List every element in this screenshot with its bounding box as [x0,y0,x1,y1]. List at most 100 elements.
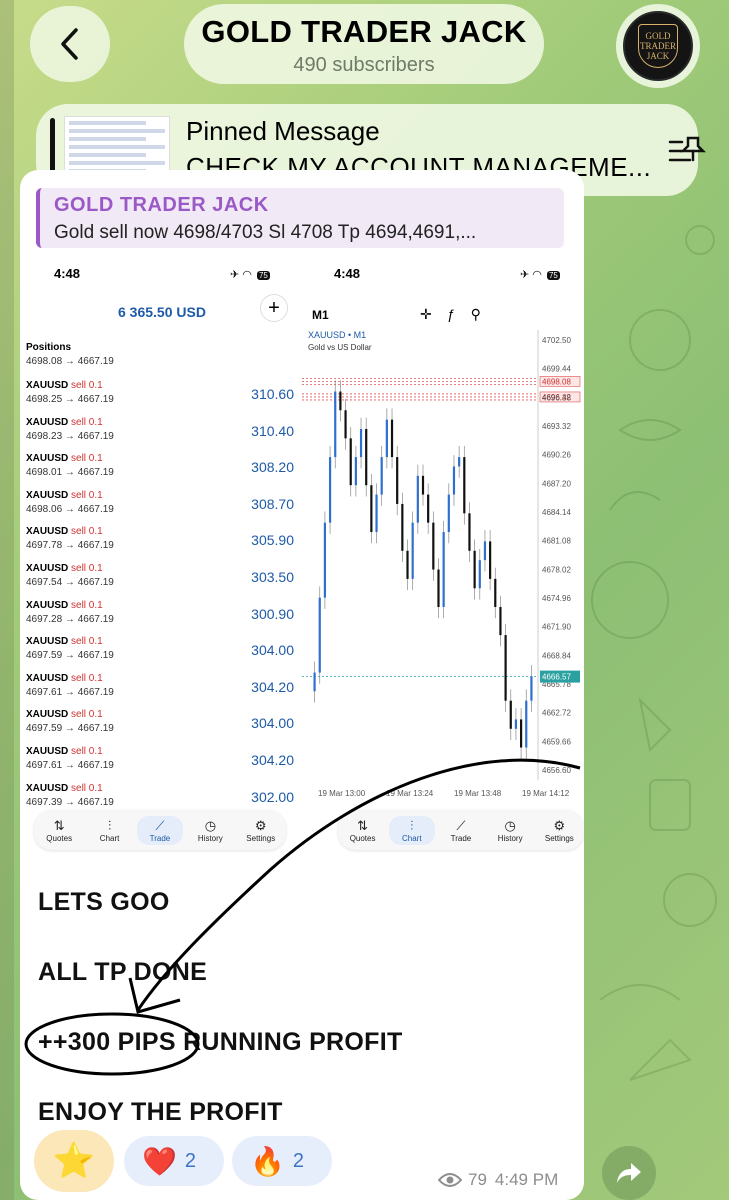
candle-body [318,597,321,673]
channel-avatar[interactable]: GOLD TRADER JACK [616,4,700,88]
position-side: sell 0.1 [71,672,103,684]
y-tick-label: 4662.72 [542,709,571,718]
battery-right: 75 [546,271,560,280]
tab-history: ◷ History [487,818,533,843]
position-row[interactable]: XAUUSD sell 0.1 4697.59 → 4667.19 304.00 [26,709,296,745]
trade-icon: ⟋ [155,817,165,833]
x-tick-label: 19 Mar 13:24 [386,789,434,798]
position-prices: 4697.61 → 4667.19 [26,760,114,771]
position-side: sell 0.1 [71,489,103,501]
message-meta: 79 4:49 PM [438,1170,558,1190]
tab-label: History [497,833,523,843]
candle-body [525,700,528,748]
position-side: sell 0.1 [71,709,103,721]
back-button[interactable] [30,6,110,82]
position-row[interactable]: XAUUSD sell 0.1 4697.61 → 4667.19 304.20 [26,746,296,782]
share-button[interactable] [602,1146,656,1200]
message-bubble[interactable]: GOLD TRADER JACK Gold sell now 4698/4703… [20,170,584,1200]
candle-body [519,719,523,748]
candle-body [349,438,352,486]
avatar-text-2: TRADER [640,41,676,51]
reaction-heart[interactable]: ❤️ 2 [124,1136,224,1186]
screenshot-image[interactable]: 4:48 ✈ ◠ 75 6 365.50 USD + Positions 469… [20,262,584,852]
heart-icon: ❤️ [142,1145,177,1177]
tab-label: Chart [99,833,120,843]
reaction-heart-count: 2 [184,1149,196,1172]
candle-body [370,485,373,533]
position-row[interactable]: XAUUSD sell 0.1 4697.61 → 4667.19 304.20 [26,673,296,709]
y-tick-label: 4702.50 [542,336,571,345]
position-prices: 4697.59 → 4667.19 [26,650,114,662]
reply-quote[interactable]: GOLD TRADER JACK Gold sell now 4698/4703… [36,188,564,248]
channel-title: GOLD TRADER JACK [201,14,527,49]
history-icon: ◷ [504,817,516,833]
position-symbol: XAUUSD [26,672,69,684]
positions-screenshot: 4:48 ✈ ◠ 75 6 365.50 USD + Positions 469… [20,262,300,852]
y-tick-label: 4687.20 [542,479,571,488]
tab-quotes: ⇅ Quotes [340,818,386,843]
position-side: sell 0.1 [71,782,103,794]
position-prices: 4698.25 → 4667.19 [26,394,114,405]
x-tick-label: 19 Mar 13:00 [318,789,366,798]
pin-list-icon[interactable] [668,134,708,168]
candle-body [406,550,409,579]
candle-body [478,560,481,589]
message-line-1: LETS GOO [38,888,170,916]
quotes-icon: ⇅ [357,817,369,833]
reaction-fire[interactable]: 🔥 2 [232,1136,332,1186]
channel-header[interactable]: GOLD TRADER JACK 490 subscribers [184,4,544,84]
settings-icon: ⚙ [254,817,267,833]
candle-body [504,635,507,701]
candle-body [463,457,466,514]
position-symbol: XAUUSD [26,489,69,501]
position-row[interactable]: XAUUSD sell 0.1 4697.54 → 4667.19 303.50 [26,563,296,599]
tabbar-right: ⇅ Quotes ⫶ Chart ⟋ Trade ◷ History ⚙ Settings [338,810,584,850]
position-row[interactable]: XAUUSD sell 0.1 4697.59 → 4667.19 304.00 [26,636,296,672]
position-row[interactable]: XAUUSD sell 0.1 4698.01 → 4667.19 308.20 [26,453,296,489]
position-side: sell 0.1 [71,746,103,757]
chart-symbol-desc: Gold vs US Dollar [308,343,372,352]
candle-body [339,391,342,411]
avatar-text-3: JACK [646,51,670,61]
shield-icon: GOLD TRADER JACK [638,24,678,68]
position-profit: 304.00 [251,715,294,732]
chart-screenshot: 4:48 ✈ ◠ 75 M1 ✛ ƒ ⚲ XAUUSD • M1 Gold vs … [300,262,584,852]
tab-chart: ⫶ Chart [87,818,133,843]
position-symbol: XAUUSD [26,782,69,794]
candle-body [313,672,316,692]
position-symbol: XAUUSD [26,453,69,465]
candle-body [411,522,414,579]
tab-settings: ⚙ Settings [238,818,284,843]
position-symbol: XAUUSD [26,746,69,757]
current-price-label: 4666.57 [542,673,571,682]
tab-label: Trade [450,833,472,843]
subscriber-count: 490 subscribers [293,54,435,76]
status-time-left: 4:48 [54,266,81,281]
position-row[interactable]: XAUUSD sell 0.1 4698.23 → 4667.19 310.40 [26,417,296,453]
candle-body [489,541,492,579]
position-profit: 302.00 [251,788,294,805]
position-symbol: XAUUSD [26,636,69,648]
position-prices: 4698.01 → 4667.19 [26,467,114,479]
candle-body [473,550,476,589]
y-tick-label: 4690.26 [542,451,571,460]
star-icon: ⭐ [52,1142,96,1180]
position-symbol: XAUUSD [26,709,69,721]
position-profit: 304.00 [251,642,294,659]
chart-symbol: XAUUSD • M1 [308,330,366,340]
reply-author: GOLD TRADER JACK [54,194,269,216]
quotes-icon: ⇅ [53,817,65,833]
pinned-title: Pinned Message [186,116,380,146]
position-row[interactable]: XAUUSD sell 0.1 4697.28 → 4667.19 300.90 [26,600,296,636]
position-side: sell 0.1 [71,526,103,538]
candle-body [437,569,440,607]
tab-label: Quotes [46,833,73,843]
position-row[interactable]: XAUUSD sell 0.1 4697.78 → 4667.19 305.90 [26,526,296,562]
position-row[interactable]: XAUUSD sell 0.1 4698.25 → 4667.19 310.60 [26,380,296,416]
candle-body [380,457,383,495]
status-icons-right: ✈ ◠ 75 [520,269,560,281]
position-row[interactable]: XAUUSD sell 0.1 4698.06 → 4667.19 308.70 [26,490,296,526]
reaction-star[interactable]: ⭐ [34,1130,114,1192]
tab-quotes: ⇅ Quotes [36,818,82,843]
battery-left: 75 [256,271,270,280]
